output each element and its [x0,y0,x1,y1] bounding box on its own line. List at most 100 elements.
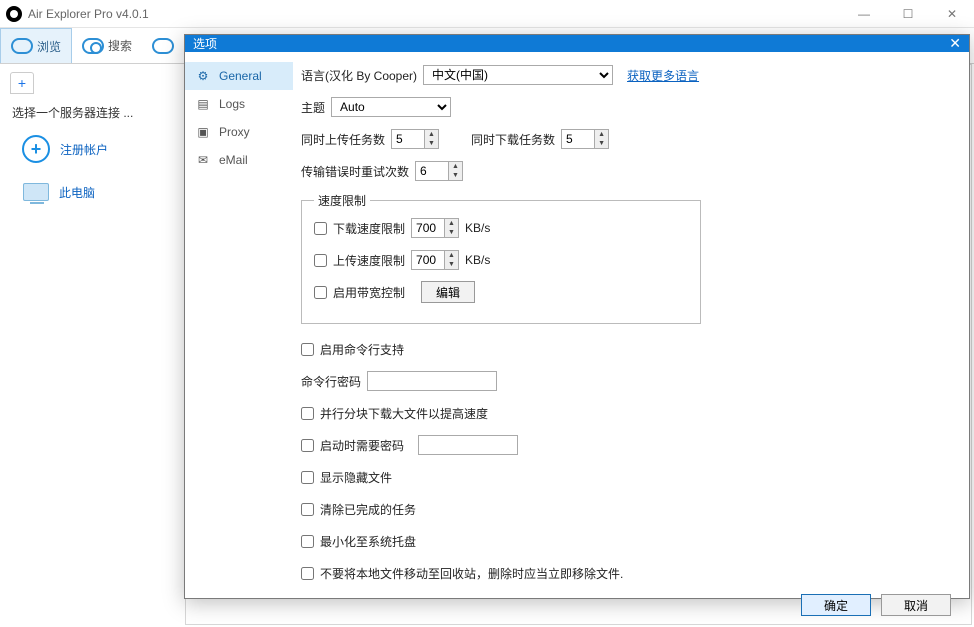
window-controls: — ☐ ✕ [842,0,974,28]
ul-limit-checkbox[interactable] [314,254,327,267]
down-arrow-icon[interactable]: ▼ [425,139,438,148]
startup-pwd-label: 启动时需要密码 [320,437,404,454]
down-arrow-icon[interactable]: ▼ [445,260,458,269]
min-tray-checkbox[interactable] [301,535,314,548]
unit-label: KB/s [465,221,490,235]
dialog-close-button[interactable]: ✕ [949,35,961,52]
down-arrow-icon[interactable]: ▼ [595,139,608,148]
tab-search-label: 搜索 [108,37,132,54]
nav-proxy[interactable]: ▣ Proxy [185,118,293,146]
up-arrow-icon[interactable]: ▲ [595,130,608,139]
up-arrow-icon[interactable]: ▲ [445,219,458,228]
add-account-icon: + [22,135,50,163]
dialog-footer: 确定 取消 [185,594,969,622]
cloud-search-icon [82,38,104,54]
no-recycle-checkbox[interactable] [301,567,314,580]
tab-browse[interactable]: 浏览 [0,28,72,63]
cli-label: 启用命令行支持 [320,341,404,358]
bandwidth-label: 启用带宽控制 [333,284,405,301]
ul-limit-spinner[interactable]: ▲▼ [411,250,459,270]
nav-logs-label: Logs [219,97,245,111]
show-hidden-checkbox[interactable] [301,471,314,484]
ul-limit-input[interactable] [412,251,444,269]
nav-proxy-label: Proxy [219,125,250,139]
cli-pwd-input[interactable] [367,371,497,391]
cli-pwd-label: 命令行密码 [301,373,361,390]
parallel-chunk-checkbox[interactable] [301,407,314,420]
ul-limit-label: 上传速度限制 [333,252,405,269]
close-button[interactable]: ✕ [930,0,974,28]
connect-hint: 选择一个服务器连接 ... [4,100,185,125]
this-pc-item[interactable]: 此电脑 [4,173,185,211]
left-sidebar: + 选择一个服务器连接 ... + 注册帐户 此电脑 [0,64,185,627]
dialog-nav: ⚙ General ▤ Logs ▣ Proxy ✉ eMail [185,52,293,594]
no-recycle-label: 不要将本地文件移动至回收站，删除时应当立即移除文件. [320,565,623,582]
dialog-main: 语言(汉化 By Cooper) 中文(中国) 获取更多语言 主题 Auto 同… [293,52,969,594]
cli-checkbox[interactable] [301,343,314,356]
cloud-icon [152,38,174,54]
register-label: 注册帐户 [60,141,108,158]
document-icon: ▤ [195,96,211,112]
clear-done-checkbox[interactable] [301,503,314,516]
dl-limit-label: 下载速度限制 [333,220,405,237]
download-tasks-label: 同时下载任务数 [471,131,555,148]
startup-pwd-input[interactable] [418,435,518,455]
up-arrow-icon[interactable]: ▲ [425,130,438,139]
min-tray-label: 最小化至系统托盘 [320,533,416,550]
parallel-chunk-label: 并行分块下载大文件以提高速度 [320,405,488,422]
maximize-button[interactable]: ☐ [886,0,930,28]
nav-general-label: General [219,69,262,83]
down-arrow-icon[interactable]: ▼ [449,171,462,180]
dl-limit-checkbox[interactable] [314,222,327,235]
download-tasks-input[interactable] [562,130,594,148]
dialog-header: 选项 ✕ [185,35,969,52]
dl-limit-input[interactable] [412,219,444,237]
upload-tasks-label: 同时上传任务数 [301,131,385,148]
add-tab-button[interactable]: + [10,72,34,94]
dialog-title: 选项 [193,35,217,52]
edit-bandwidth-button[interactable]: 编辑 [421,281,475,303]
upload-tasks-input[interactable] [392,130,424,148]
clear-done-label: 清除已完成的任务 [320,501,416,518]
tab-extra[interactable] [142,28,184,63]
cancel-button[interactable]: 取消 [881,594,951,616]
startup-pwd-checkbox[interactable] [301,439,314,452]
nav-email[interactable]: ✉ eMail [185,146,293,174]
pc-icon [23,183,49,201]
download-tasks-spinner[interactable]: ▲▼ [561,129,609,149]
dl-limit-spinner[interactable]: ▲▼ [411,218,459,238]
retry-spinner[interactable]: ▲▼ [415,161,463,181]
show-hidden-label: 显示隐藏文件 [320,469,392,486]
nav-email-label: eMail [219,153,248,167]
upload-tasks-spinner[interactable]: ▲▼ [391,129,439,149]
ok-button[interactable]: 确定 [801,594,871,616]
theme-select[interactable]: Auto [331,97,451,117]
proxy-icon: ▣ [195,124,211,140]
speed-limit-group: 速度限制 下载速度限制 ▲▼ KB/s 上传速度限制 ▲▼ KB/s 启用带宽控… [301,192,701,324]
cloud-icon [11,38,33,54]
app-icon [6,6,22,22]
options-dialog: 选项 ✕ ⚙ General ▤ Logs ▣ Proxy ✉ eMail 语言(汉化 … [184,34,970,599]
language-select[interactable]: 中文(中国) [423,65,613,85]
retry-label: 传输错误时重试次数 [301,163,409,180]
register-account-item[interactable]: + 注册帐户 [4,125,185,173]
mail-icon: ✉ [195,152,211,168]
get-more-languages-link[interactable]: 获取更多语言 [627,67,699,84]
up-arrow-icon[interactable]: ▲ [449,162,462,171]
retry-input[interactable] [416,162,448,180]
language-label: 语言(汉化 By Cooper) [301,67,417,84]
gear-icon: ⚙ [195,68,211,84]
speed-limit-legend: 速度限制 [314,192,370,209]
up-arrow-icon[interactable]: ▲ [445,251,458,260]
theme-label: 主题 [301,99,325,116]
tab-search[interactable]: 搜索 [72,28,142,63]
bandwidth-checkbox[interactable] [314,286,327,299]
nav-logs[interactable]: ▤ Logs [185,90,293,118]
nav-general[interactable]: ⚙ General [185,62,293,90]
tab-browse-label: 浏览 [37,38,61,55]
down-arrow-icon[interactable]: ▼ [445,228,458,237]
window-title: Air Explorer Pro v4.0.1 [28,7,149,21]
titlebar: Air Explorer Pro v4.0.1 — ☐ ✕ [0,0,974,28]
unit-label: KB/s [465,253,490,267]
minimize-button[interactable]: — [842,0,886,28]
